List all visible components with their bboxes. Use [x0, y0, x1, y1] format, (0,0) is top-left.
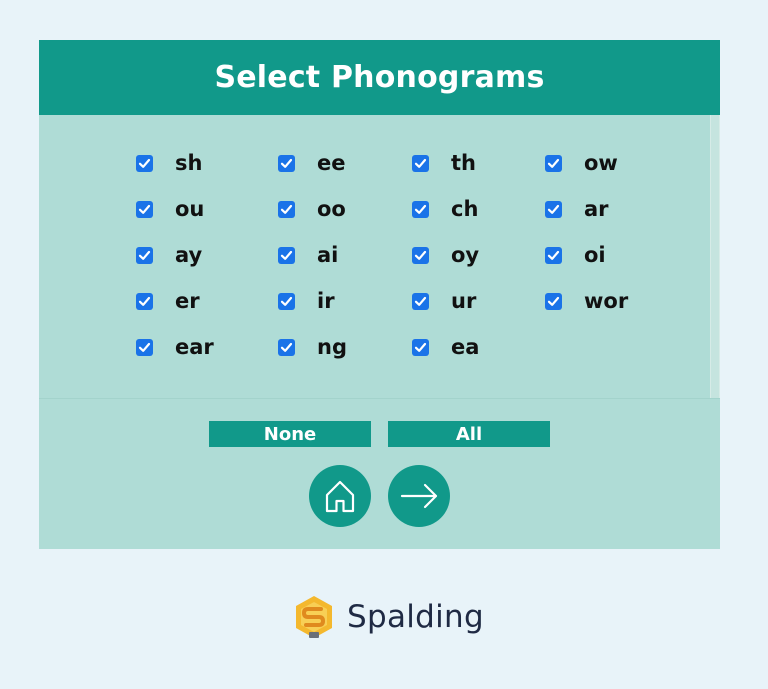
phonogram-checkbox[interactable] — [412, 338, 429, 356]
phonogram-checkbox[interactable] — [136, 200, 153, 218]
phonogram-label: ar — [584, 197, 609, 221]
checkmark-icon — [280, 296, 293, 306]
brand-name: Spalding — [347, 599, 484, 635]
phonogram-label: ay — [175, 243, 203, 267]
phonogram-checkbox[interactable] — [412, 154, 429, 172]
phonogram-checkbox[interactable] — [545, 154, 562, 172]
phonogram-option[interactable]: ee — [278, 148, 412, 178]
phonogram-checkbox[interactable] — [412, 200, 429, 218]
checkmark-icon — [138, 250, 151, 260]
phonogram-option[interactable]: ur — [412, 286, 545, 316]
phonogram-checkbox[interactable] — [545, 292, 562, 310]
panel-header: Select Phonograms — [39, 40, 720, 115]
phonogram-checkbox[interactable] — [278, 292, 295, 310]
phonogram-label: ai — [317, 243, 339, 267]
brand: Spalding — [292, 594, 484, 640]
phonogram-label: ear — [175, 335, 214, 359]
phonogram-option[interactable]: ay — [136, 240, 278, 270]
phonogram-checkbox[interactable] — [136, 154, 153, 172]
checkmark-icon — [280, 158, 293, 168]
spalding-logo-icon — [296, 596, 332, 638]
checkmark-icon — [280, 342, 293, 352]
phonogram-option[interactable]: oo — [278, 194, 412, 224]
phonogram-label: ow — [584, 151, 618, 175]
checkmark-icon — [414, 296, 427, 306]
phonogram-label: oo — [317, 197, 346, 221]
select-all-button[interactable]: All — [388, 421, 550, 447]
phonogram-grid: sh ee th ow ou oo ch ar ay ai oy oi er ir ur wor ear ng ea — [136, 148, 665, 378]
checkmark-icon — [138, 158, 151, 168]
checkmark-icon — [547, 158, 560, 168]
checkmark-icon — [547, 204, 560, 214]
phonogram-checkbox[interactable] — [136, 338, 153, 356]
phonogram-option[interactable]: oi — [545, 240, 665, 270]
phonogram-checkbox[interactable] — [412, 292, 429, 310]
phonogram-label: ng — [317, 335, 347, 359]
checkmark-icon — [138, 204, 151, 214]
checkmark-icon — [547, 296, 560, 306]
phonogram-option[interactable]: th — [412, 148, 545, 178]
phonogram-option[interactable]: wor — [545, 286, 665, 316]
checkmark-icon — [547, 250, 560, 260]
scrollbar-thumb[interactable] — [711, 115, 719, 398]
phonogram-label: th — [451, 151, 476, 175]
checkmark-icon — [414, 342, 427, 352]
phonogram-checkbox[interactable] — [412, 246, 429, 264]
phonogram-label: ea — [451, 335, 480, 359]
checkmark-icon — [280, 250, 293, 260]
phonogram-option[interactable]: ow — [545, 148, 665, 178]
checkmark-icon — [414, 158, 427, 168]
panel-footer: None All — [39, 398, 720, 549]
home-button[interactable] — [309, 465, 371, 527]
phonogram-option[interactable]: oy — [412, 240, 545, 270]
checkmark-icon — [138, 296, 151, 306]
phonogram-label: ee — [317, 151, 346, 175]
phonogram-checkbox[interactable] — [278, 246, 295, 264]
phonogram-checkbox[interactable] — [136, 246, 153, 264]
phonogram-option[interactable]: ear — [136, 332, 278, 362]
page-title: Select Phonograms — [214, 60, 545, 95]
home-icon — [325, 480, 355, 513]
phonogram-option[interactable]: sh — [136, 148, 278, 178]
next-button[interactable] — [388, 465, 450, 527]
checkmark-icon — [414, 204, 427, 214]
phonogram-label: oy — [451, 243, 480, 267]
checkmark-icon — [138, 342, 151, 352]
select-none-button[interactable]: None — [209, 421, 371, 447]
phonogram-option[interactable]: ar — [545, 194, 665, 224]
scrollbar[interactable] — [710, 115, 720, 398]
checkmark-icon — [414, 250, 427, 260]
phonogram-label: ir — [317, 289, 335, 313]
phonogram-label: oi — [584, 243, 606, 267]
phonogram-option[interactable]: ch — [412, 194, 545, 224]
phonogram-checkbox[interactable] — [545, 246, 562, 264]
phonogram-checkbox[interactable] — [278, 200, 295, 218]
phonogram-option[interactable]: ai — [278, 240, 412, 270]
phonogram-option[interactable]: ir — [278, 286, 412, 316]
phonogram-checkbox[interactable] — [136, 292, 153, 310]
phonogram-label: sh — [175, 151, 203, 175]
phonogram-label: ch — [451, 197, 479, 221]
checkmark-icon — [280, 204, 293, 214]
phonogram-label: wor — [584, 289, 629, 313]
phonogram-list-area: sh ee th ow ou oo ch ar ay ai oy oi er ir ur wor ear ng ea — [39, 115, 720, 398]
phonogram-panel: Select Phonograms sh ee th ow ou oo ch ar ay ai oy… — [39, 40, 720, 549]
phonogram-option[interactable]: ou — [136, 194, 278, 224]
phonogram-option[interactable]: ea — [412, 332, 545, 362]
phonogram-checkbox[interactable] — [278, 338, 295, 356]
phonogram-checkbox[interactable] — [545, 200, 562, 218]
phonogram-label: ur — [451, 289, 477, 313]
arrow-right-icon — [400, 483, 438, 509]
phonogram-option[interactable]: ng — [278, 332, 412, 362]
phonogram-label: er — [175, 289, 200, 313]
phonogram-checkbox[interactable] — [278, 154, 295, 172]
phonogram-label: ou — [175, 197, 205, 221]
phonogram-option[interactable]: er — [136, 286, 278, 316]
